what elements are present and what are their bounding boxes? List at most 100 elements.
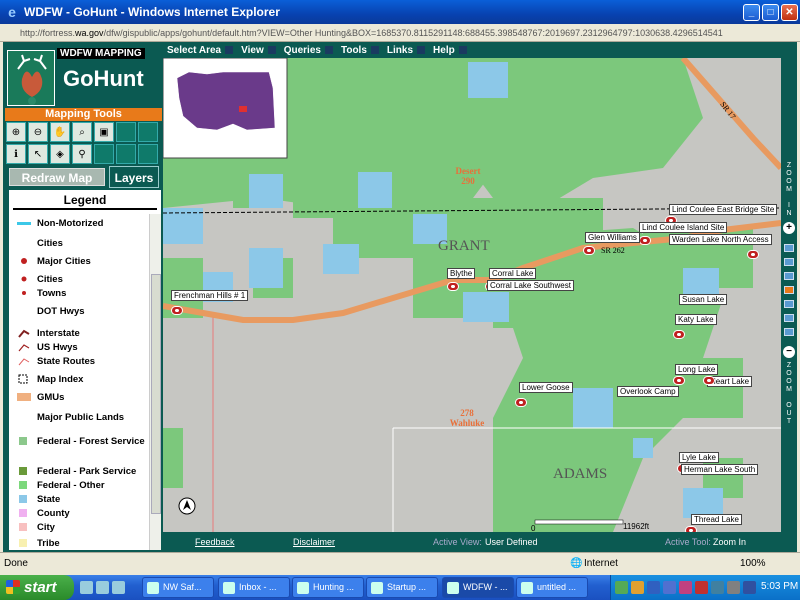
tray-icon[interactable]: [695, 581, 708, 594]
layers-tab[interactable]: Layers: [109, 166, 159, 188]
site-label[interactable]: Glen Williams: [585, 232, 640, 243]
site-label[interactable]: Thread Lake: [691, 514, 742, 525]
site-label[interactable]: Frenchman Hills # 1: [171, 290, 249, 301]
taskbar-button[interactable]: Inbox - ...: [218, 577, 290, 598]
zoom-level[interactable]: 100%: [740, 558, 766, 569]
measure-tool-icon[interactable]: ⚲: [72, 144, 92, 164]
tray-icon[interactable]: [679, 581, 692, 594]
zoom-level-step[interactable]: [784, 244, 794, 252]
zoom-extent-tool-icon[interactable]: ⌕: [72, 122, 92, 142]
zoom-in-icon[interactable]: +: [783, 222, 795, 234]
site-marker-icon[interactable]: [673, 330, 685, 339]
zoom-level-step[interactable]: [784, 314, 794, 322]
feedback-link[interactable]: Feedback: [195, 537, 235, 547]
zoom-level-step[interactable]: [784, 258, 794, 266]
status-text: Done: [4, 558, 28, 569]
zoom-out-tool-icon[interactable]: ⊖: [28, 122, 48, 142]
site-label[interactable]: Corral Lake Southwest: [487, 280, 574, 291]
redraw-map-button[interactable]: Redraw Map: [9, 168, 105, 186]
app-name: GoHunt: [63, 66, 144, 91]
start-button[interactable]: start: [0, 575, 74, 600]
taskbar-label: Inbox - ...: [239, 582, 277, 592]
menu-help[interactable]: Help: [429, 42, 471, 58]
taskbar-button[interactable]: Hunting ...: [292, 577, 364, 598]
site-label[interactable]: Lyle Lake: [679, 452, 719, 463]
site-label[interactable]: Katy Lake: [675, 314, 717, 325]
tray-icon[interactable]: [663, 581, 676, 594]
tool-grid: ⊕ ⊖ ✋ ⌕ ▣ ℹ ↖ ◈ ⚲: [6, 122, 162, 164]
site-marker-icon[interactable]: [583, 246, 595, 255]
zoom-out-icon[interactable]: −: [783, 346, 795, 358]
status-bar: Done 🌐 Internet 100%: [0, 552, 800, 574]
site-label[interactable]: Lind Coulee Island Site: [639, 222, 728, 233]
site-marker-icon[interactable]: [673, 376, 685, 385]
menu-tools[interactable]: Tools: [337, 42, 383, 58]
url-text[interactable]: http://fortress.wa.gov/dfw/gispublic/app…: [20, 28, 723, 38]
site-label[interactable]: Long Lake: [675, 364, 719, 375]
site-marker-icon[interactable]: [447, 282, 459, 291]
select-tool-icon[interactable]: ↖: [28, 144, 48, 164]
minimize-button[interactable]: _: [743, 3, 760, 21]
legend-label: Major Cities: [37, 256, 91, 267]
menu-caret-icon: [458, 46, 467, 54]
menu-view[interactable]: View: [237, 42, 280, 58]
tray-icon[interactable]: [727, 581, 740, 594]
menu-queries[interactable]: Queries: [280, 42, 337, 58]
site-marker-icon[interactable]: [639, 236, 651, 245]
menu-links[interactable]: Links: [383, 42, 429, 58]
quick-launch-icon[interactable]: [80, 581, 93, 594]
taskbar-button[interactable]: untitled ...: [516, 577, 588, 598]
tray-icon[interactable]: [631, 581, 644, 594]
quick-launch-icon[interactable]: [96, 581, 109, 594]
volume-icon[interactable]: [743, 581, 756, 594]
site-label[interactable]: Overlook Camp: [617, 386, 679, 397]
active-view-value: User Defined: [485, 537, 538, 547]
zoom-level-step[interactable]: [784, 272, 794, 280]
legend-item: Cities: [17, 238, 63, 249]
address-bar[interactable]: http://fortress.wa.gov/dfw/gispublic/app…: [0, 24, 800, 42]
zoom-level-step[interactable]: [784, 300, 794, 308]
taskbar-button[interactable]: NW Saf...: [142, 577, 214, 598]
site-marker-icon[interactable]: [747, 250, 759, 259]
legend-symbol-icon: [17, 356, 31, 369]
menu-bar: Select Area View Queries Tools Links Hel…: [163, 42, 797, 58]
site-marker-icon[interactable]: [703, 376, 715, 385]
tray-icon[interactable]: [647, 581, 660, 594]
legend-panel: Legend Non-Motorized Cities Major Cities Ci…: [9, 190, 161, 550]
site-label[interactable]: Lind Coulee East Bridge Site: [669, 204, 778, 215]
legend-item: Tribe: [17, 538, 60, 550]
eraser-tool-icon[interactable]: ◈: [50, 144, 70, 164]
map-view[interactable]: GRANT ADAMS Desert 290 278 Wahluke SR 262 …: [163, 58, 781, 532]
close-button[interactable]: ✕: [781, 3, 798, 21]
legend-label: Interstate: [37, 328, 80, 339]
site-marker-icon[interactable]: [515, 398, 527, 407]
tray-icon[interactable]: [711, 581, 724, 594]
taskbar-app-icon: [297, 582, 309, 594]
info-tool-icon[interactable]: ℹ: [6, 144, 26, 164]
deer-logo-icon: [7, 50, 55, 106]
legend-scrollbar[interactable]: [149, 214, 161, 550]
legend-scroll-thumb[interactable]: [151, 274, 161, 514]
maximize-button[interactable]: □: [762, 3, 779, 21]
zoom-level-step[interactable]: [784, 286, 794, 294]
pan-hand-tool-icon[interactable]: ✋: [50, 122, 70, 142]
tray-icon[interactable]: [615, 581, 628, 594]
zoom-level-step[interactable]: [784, 328, 794, 336]
menu-select-area[interactable]: Select Area: [163, 42, 237, 58]
taskbar-button[interactable]: Startup ...: [366, 577, 438, 598]
site-label[interactable]: Warden Lake North Access: [669, 234, 772, 245]
site-label[interactable]: Blythe: [447, 268, 476, 279]
zoom-in-tool-icon[interactable]: ⊕: [6, 122, 26, 142]
legend-symbol-icon: [17, 392, 31, 405]
taskbar-button[interactable]: WDFW - ...: [442, 577, 514, 598]
map-window-tool-icon[interactable]: ▣: [94, 122, 114, 142]
site-label[interactable]: Lower Goose: [519, 382, 573, 393]
site-label[interactable]: Susan Lake: [679, 294, 728, 305]
legend-item: City: [17, 522, 55, 535]
quick-launch-icon[interactable]: [112, 581, 125, 594]
legend-symbol-icon: [17, 466, 31, 479]
site-marker-icon[interactable]: [171, 306, 183, 315]
disclaimer-link[interactable]: Disclaimer: [293, 537, 335, 547]
site-label[interactable]: Herman Lake South: [681, 464, 759, 475]
site-label[interactable]: Corral Lake: [489, 268, 537, 279]
